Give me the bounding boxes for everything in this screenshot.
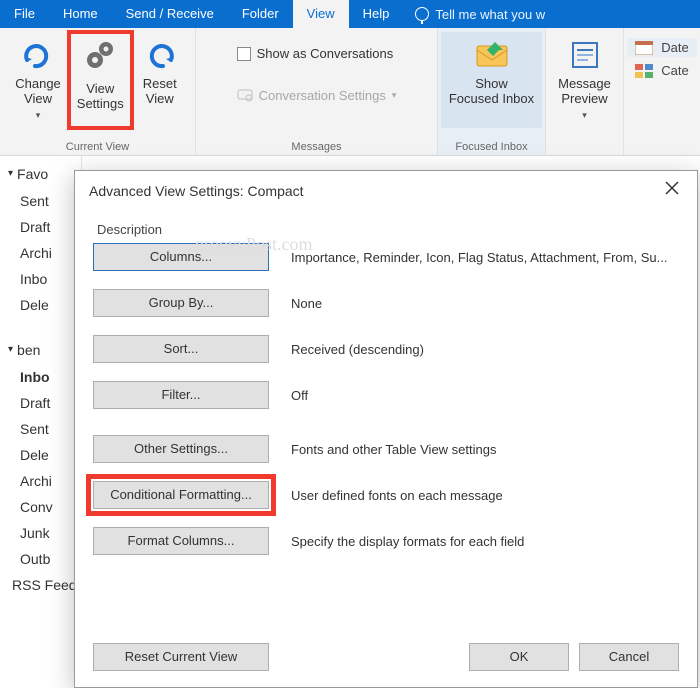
sort-button[interactable]: Sort... bbox=[93, 335, 269, 363]
tab-folder[interactable]: Folder bbox=[228, 0, 293, 28]
message-preview-button[interactable]: MessagePreview ▾ bbox=[550, 32, 620, 128]
nav-item[interactable]: Inbo bbox=[0, 266, 81, 292]
filter-button[interactable]: Filter... bbox=[93, 381, 269, 409]
conversation-settings-icon bbox=[237, 87, 253, 103]
reset-current-view-button[interactable]: Reset Current View bbox=[93, 643, 269, 671]
advanced-view-settings-dialog: Advanced View Settings: Compact Descript… bbox=[74, 170, 698, 688]
sort-value: Received (descending) bbox=[291, 342, 679, 357]
focused-inbox-icon bbox=[473, 38, 511, 72]
close-button[interactable] bbox=[659, 179, 685, 202]
arrange-date-button[interactable]: Date bbox=[627, 38, 696, 57]
dialog-title: Advanced View Settings: Compact bbox=[89, 183, 304, 199]
change-view-icon bbox=[21, 38, 55, 72]
tab-help[interactable]: Help bbox=[349, 0, 404, 28]
nav-item-inbox[interactable]: Inbo bbox=[0, 364, 81, 390]
reset-view-icon bbox=[143, 38, 177, 72]
nav-item[interactable]: Junk bbox=[0, 520, 81, 546]
nav-item[interactable]: Outb bbox=[0, 546, 81, 572]
tell-me-search[interactable]: Tell me what you w bbox=[403, 0, 545, 28]
show-focused-inbox-label: ShowFocused Inbox bbox=[449, 76, 534, 106]
nav-item[interactable]: Dele bbox=[0, 292, 81, 318]
nav-item[interactable]: Dele bbox=[0, 442, 81, 468]
show-focused-inbox-button[interactable]: ShowFocused Inbox bbox=[441, 32, 542, 128]
dropdown-caret-icon: ▾ bbox=[36, 108, 41, 123]
account-header[interactable]: ben bbox=[0, 332, 81, 364]
group-current-view-label: Current View bbox=[0, 138, 195, 155]
nav-item[interactable]: Conv bbox=[0, 494, 81, 520]
group-focused-label: Focused Inbox bbox=[438, 138, 545, 155]
show-conversations-checkbox[interactable]: Show as Conversations bbox=[227, 42, 404, 65]
message-preview-icon bbox=[568, 38, 602, 72]
conditional-formatting-button[interactable]: Conditional Formatting... bbox=[93, 481, 269, 509]
other-settings-value: Fonts and other Table View settings bbox=[291, 442, 679, 457]
arrange-categories-label: Cate bbox=[661, 63, 688, 78]
arrange-categories-button[interactable]: Cate bbox=[627, 61, 696, 80]
nav-item[interactable]: Sent bbox=[0, 416, 81, 442]
tab-view[interactable]: View bbox=[293, 0, 349, 28]
columns-value: Importance, Reminder, Icon, Flag Status,… bbox=[291, 250, 679, 265]
tab-send-receive[interactable]: Send / Receive bbox=[112, 0, 228, 28]
ok-button[interactable]: OK bbox=[469, 643, 569, 671]
ribbon: ChangeView ▾ ViewSettings ResetView Curr… bbox=[0, 28, 700, 156]
checkbox-icon bbox=[237, 47, 251, 61]
conversation-settings-button: Conversation Settings ▾ bbox=[227, 83, 407, 107]
group-messages-label: Messages bbox=[196, 138, 437, 155]
change-view-button[interactable]: ChangeView ▾ bbox=[7, 32, 69, 128]
message-preview-label: MessagePreview bbox=[558, 76, 611, 106]
tab-file[interactable]: File bbox=[0, 0, 49, 28]
dropdown-caret-icon: ▾ bbox=[582, 108, 587, 123]
nav-item[interactable]: Draft bbox=[0, 390, 81, 416]
group-by-value: None bbox=[291, 296, 679, 311]
nav-item[interactable]: Sent bbox=[0, 188, 81, 214]
nav-item[interactable]: Archi bbox=[0, 240, 81, 266]
folder-pane: Favo Sent Draft Archi Inbo Dele ben Inbo… bbox=[0, 156, 82, 688]
conditional-formatting-value: User defined fonts on each message bbox=[291, 488, 679, 503]
menu-tabs: File Home Send / Receive Folder View Hel… bbox=[0, 0, 700, 28]
filter-value: Off bbox=[291, 388, 679, 403]
format-columns-value: Specify the display formats for each fie… bbox=[291, 534, 679, 549]
gear-icon bbox=[82, 38, 118, 77]
show-conversations-label: Show as Conversations bbox=[257, 46, 394, 61]
other-settings-button[interactable]: Other Settings... bbox=[93, 435, 269, 463]
reset-view-button[interactable]: ResetView bbox=[132, 32, 188, 128]
view-settings-label: ViewSettings bbox=[77, 81, 124, 111]
nav-item[interactable]: Draft bbox=[0, 214, 81, 240]
close-icon bbox=[665, 181, 679, 195]
view-settings-button[interactable]: ViewSettings bbox=[69, 32, 132, 128]
lightbulb-icon bbox=[415, 7, 429, 21]
group-by-button[interactable]: Group By... bbox=[93, 289, 269, 317]
description-label: Description bbox=[97, 222, 679, 237]
nav-item[interactable]: Archi bbox=[0, 468, 81, 494]
tell-me-label: Tell me what you w bbox=[435, 7, 545, 22]
change-view-label: ChangeView bbox=[15, 76, 61, 106]
conversation-settings-label: Conversation Settings bbox=[259, 88, 386, 103]
favorites-header[interactable]: Favo bbox=[0, 156, 81, 188]
arrange-date-label: Date bbox=[661, 40, 688, 55]
columns-button[interactable]: Columns... bbox=[93, 243, 269, 271]
format-columns-button[interactable]: Format Columns... bbox=[93, 527, 269, 555]
reset-view-label: ResetView bbox=[143, 76, 177, 106]
cancel-button[interactable]: Cancel bbox=[579, 643, 679, 671]
nav-item[interactable]: RSS Feeds bbox=[0, 572, 81, 598]
group-preview-label bbox=[546, 138, 623, 155]
tab-home[interactable]: Home bbox=[49, 0, 112, 28]
